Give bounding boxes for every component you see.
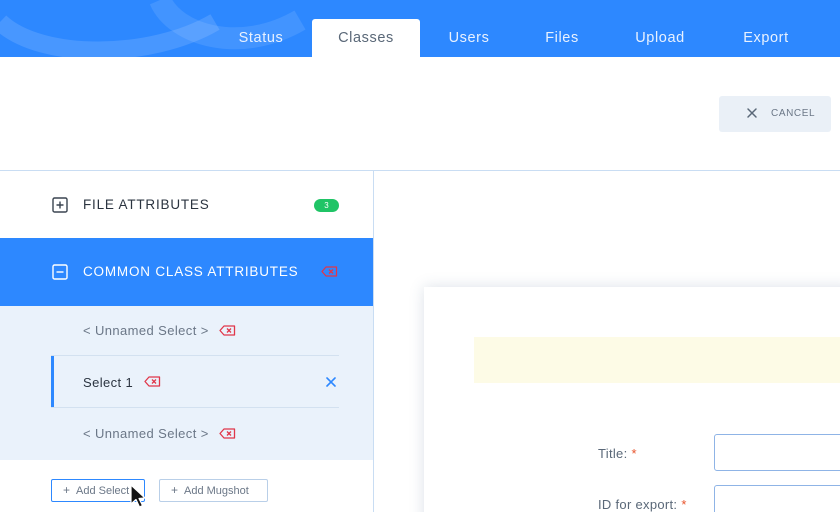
- plus-icon: +: [171, 483, 179, 497]
- close-icon: [747, 108, 757, 118]
- tab-status[interactable]: Status: [224, 19, 298, 57]
- edit-card: [424, 287, 840, 512]
- minus-square-icon: [52, 264, 68, 280]
- mouse-pointer-icon: [130, 484, 146, 508]
- common-class-attributes-label: COMMON CLASS ATTRIBUTES: [83, 264, 299, 279]
- add-mugshot-label: Add Mugshot: [184, 485, 249, 497]
- delete-tag-icon[interactable]: [144, 376, 161, 387]
- delete-tag-icon[interactable]: [219, 325, 236, 336]
- tab-users[interactable]: Users: [435, 19, 503, 57]
- divider-vertical: [373, 170, 374, 512]
- tab-export[interactable]: Export: [728, 19, 804, 57]
- count-badge: 3: [314, 199, 339, 212]
- delete-tag-icon[interactable]: [321, 266, 338, 277]
- top-navigation-bar: Status Classes Users Files Upload Export: [0, 0, 840, 57]
- id-for-export-input[interactable]: [714, 485, 840, 512]
- list-item-select-1[interactable]: Select 1: [83, 375, 133, 390]
- id-for-export-label: ID for export: *: [598, 497, 687, 512]
- title-input[interactable]: [714, 434, 840, 471]
- required-mark: *: [681, 497, 687, 512]
- selected-indicator: [51, 356, 54, 407]
- delete-tag-icon[interactable]: [219, 428, 236, 439]
- list-divider: [51, 355, 339, 356]
- list-divider: [51, 407, 339, 408]
- add-select-label: Add Select: [76, 485, 130, 497]
- cancel-label: CANCEL: [771, 108, 816, 119]
- close-icon[interactable]: [325, 376, 337, 388]
- file-attributes-label: FILE ATTRIBUTES: [83, 197, 210, 212]
- plus-icon: +: [63, 483, 71, 497]
- cancel-button[interactable]: CANCEL: [719, 96, 831, 132]
- common-class-attributes-row[interactable]: COMMON CLASS ATTRIBUTES: [0, 238, 373, 306]
- plus-square-icon: [52, 197, 68, 213]
- tab-classes[interactable]: Classes: [312, 19, 420, 57]
- title-label: Title: *: [598, 446, 637, 461]
- list-item-unnamed-select-1[interactable]: < Unnamed Select >: [83, 323, 209, 338]
- tab-upload[interactable]: Upload: [620, 19, 700, 57]
- tab-files[interactable]: Files: [530, 19, 594, 57]
- required-mark: *: [631, 446, 637, 461]
- add-mugshot-button[interactable]: + Add Mugshot: [159, 479, 268, 502]
- notice-banner: [474, 337, 840, 383]
- list-item-unnamed-select-2[interactable]: < Unnamed Select >: [83, 426, 209, 441]
